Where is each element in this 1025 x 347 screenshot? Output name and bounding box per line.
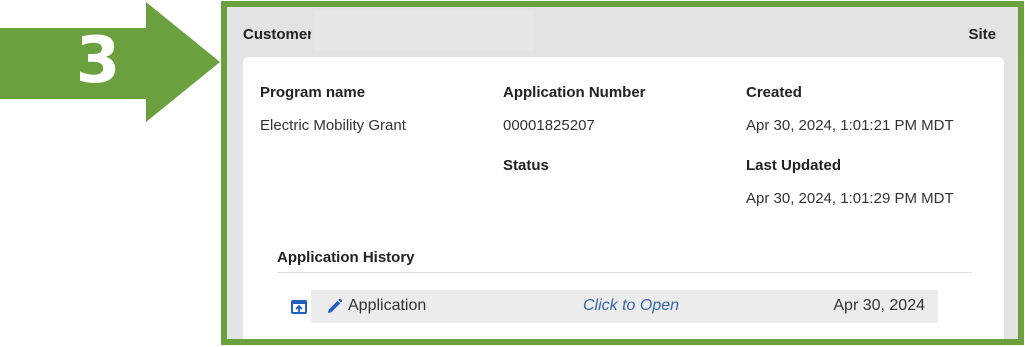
- last-updated-value: Apr 30, 2024, 1:01:29 PM MDT: [746, 190, 954, 207]
- pencil-icon[interactable]: [326, 298, 343, 315]
- status-label: Status: [503, 157, 549, 174]
- application-history-title: Application History: [277, 249, 415, 266]
- application-number-label: Application Number: [503, 84, 646, 101]
- program-name-label: Program name: [260, 84, 366, 101]
- site-column-header: Site: [968, 26, 996, 43]
- application-panel: Customer Site Program name Electric Mobi…: [221, 1, 1024, 345]
- open-in-window-icon[interactable]: [291, 299, 307, 315]
- history-divider: [277, 272, 972, 273]
- panel-header: Customer Site: [227, 7, 1018, 57]
- application-details-card: Program name Electric Mobility Grant App…: [243, 57, 1004, 339]
- created-value: Apr 30, 2024, 1:01:21 PM MDT: [746, 117, 954, 134]
- program-name-value: Electric Mobility Grant: [260, 117, 406, 134]
- header-column: [314, 11, 534, 51]
- history-row-name: Application: [348, 297, 427, 314]
- customer-column-header: Customer: [243, 26, 311, 43]
- created-label: Created: [746, 84, 802, 101]
- history-row-date: Apr 30, 2024: [833, 297, 925, 314]
- application-number-value: 00001825207: [503, 117, 595, 134]
- click-to-open-link[interactable]: Click to Open: [583, 297, 679, 315]
- step-number: 3: [75, 24, 121, 98]
- history-row[interactable]: Application Click to Open Apr 30, 2024: [311, 290, 938, 323]
- last-updated-label: Last Updated: [746, 157, 842, 174]
